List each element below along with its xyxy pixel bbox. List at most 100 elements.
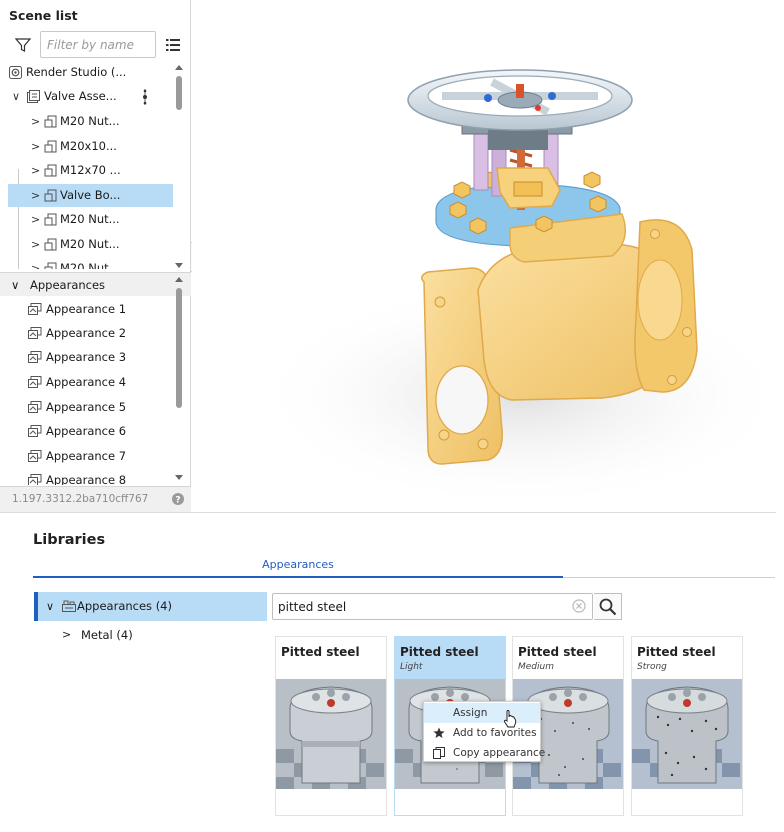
- chevron-down-icon[interactable]: ∨: [12, 85, 20, 108]
- scroll-up-icon[interactable]: [175, 64, 183, 72]
- card-title: Pitted steel: [281, 645, 360, 659]
- card-title: Pitted steel: [400, 645, 479, 659]
- tree-row-label: M20 Nut...: [60, 237, 120, 251]
- libraries-title: Libraries: [33, 532, 106, 548]
- tree-row-valve-body[interactable]: > Valve Bo...: [8, 184, 173, 207]
- svg-text:?: ?: [175, 496, 180, 506]
- card-header: Pitted steel Light: [395, 637, 505, 679]
- search-button[interactable]: [594, 593, 622, 620]
- appearance-item[interactable]: Appearance 4: [0, 370, 173, 394]
- appearances-section-label: Appearances: [30, 278, 106, 292]
- appearance-label: Appearance 8: [46, 473, 127, 485]
- tree-row-part[interactable]: > M20x10...: [0, 135, 173, 158]
- appearance-label: Appearance 2: [46, 326, 127, 340]
- part-icon: [44, 164, 57, 177]
- part-icon: [44, 262, 57, 269]
- list-view-icon[interactable]: [166, 38, 180, 52]
- appearance-label: Appearance 3: [46, 350, 127, 364]
- part-icon: [44, 115, 57, 128]
- tree-row-part[interactable]: > M20 Nut...: [0, 233, 173, 256]
- tree-row-part[interactable]: > M20 Nut...: [0, 110, 173, 133]
- appearance-item[interactable]: Appearance 5: [0, 395, 173, 419]
- scroll-thumb[interactable]: [176, 76, 182, 110]
- library-tree-appearances[interactable]: ∨ Appearances (4): [34, 592, 267, 621]
- card-header: Pitted steel: [276, 637, 386, 679]
- render-studio-icon: [9, 66, 22, 79]
- part-icon: [44, 213, 57, 226]
- tree-row-label: M20 Nut...: [60, 114, 120, 128]
- tree-row-render-studio[interactable]: Render Studio (...: [0, 61, 173, 84]
- part-icon: [44, 238, 57, 251]
- card-subtitle: Strong: [637, 662, 667, 672]
- chevron-right-icon[interactable]: >: [62, 624, 71, 646]
- search-icon: [599, 598, 617, 616]
- chevron-right-icon[interactable]: >: [31, 159, 40, 182]
- scene-tree-scrollbar[interactable]: [175, 64, 183, 270]
- library-search-input[interactable]: [272, 593, 593, 620]
- appearance-icon: [28, 401, 42, 413]
- menu-item-add-to-favorites[interactable]: Add to favorites: [424, 723, 540, 743]
- tree-row-label: M20x10...: [60, 139, 117, 153]
- material-thumbnail: [276, 679, 386, 789]
- appearance-icon: [28, 450, 42, 462]
- part-icon: [44, 140, 57, 153]
- tab-appearances[interactable]: Appearances: [33, 556, 563, 578]
- menu-item-copy-appearance[interactable]: Copy appearance: [424, 743, 545, 763]
- appearance-item[interactable]: Appearance 8: [0, 468, 173, 485]
- appearance-icon: [28, 376, 42, 388]
- tree-row-label: Render Studio (...: [26, 65, 127, 79]
- appearance-item[interactable]: Appearance 6: [0, 419, 173, 443]
- menu-item-label: Add to favorites: [453, 727, 537, 739]
- chevron-right-icon[interactable]: >: [31, 233, 40, 256]
- chevron-right-icon[interactable]: >: [31, 184, 40, 207]
- clear-search-icon[interactable]: [572, 599, 586, 613]
- appearance-item[interactable]: Appearance 2: [0, 321, 173, 345]
- appearance-label: Appearance 4: [46, 375, 127, 389]
- help-icon[interactable]: ?: [172, 493, 184, 505]
- chevron-right-icon[interactable]: >: [31, 257, 40, 269]
- panel-divider: [0, 512, 776, 513]
- scroll-up-icon[interactable]: [175, 276, 183, 284]
- tree-row-valve-assembly[interactable]: ∨ Valve Asse...: [0, 85, 173, 108]
- scene-tree: Render Studio (... ∨ Valve Asse... > M20…: [0, 61, 174, 269]
- appearance-label: Appearance 7: [46, 449, 127, 463]
- chevron-right-icon[interactable]: >: [31, 110, 40, 133]
- tab-rule: [563, 577, 775, 578]
- menu-item-assign[interactable]: Assign: [424, 703, 540, 723]
- chevron-right-icon[interactable]: >: [31, 135, 40, 158]
- part-icon: [44, 189, 57, 202]
- appearance-item[interactable]: Appearance 7: [0, 444, 173, 468]
- appearances-section-header[interactable]: ∨ Appearances: [0, 272, 191, 296]
- 3d-viewport[interactable]: [192, 0, 776, 512]
- appearance-item[interactable]: Appearance 1: [0, 297, 173, 321]
- valve-assembly-render: [252, 69, 776, 510]
- appearance-label: Appearance 1: [46, 302, 127, 316]
- appearances-scrollbar[interactable]: [175, 276, 183, 482]
- appearance-icon: [28, 327, 42, 339]
- tree-row-part[interactable]: > M20 Nut...: [0, 257, 173, 269]
- appearance-item[interactable]: Appearance 3: [0, 345, 173, 369]
- tab-active-indicator: [33, 576, 563, 578]
- chevron-down-icon[interactable]: ∨: [11, 273, 19, 297]
- scene-list-panel: Scene list Render Studio (... ∨ Valve: [0, 0, 191, 512]
- chevron-right-icon[interactable]: >: [31, 208, 40, 231]
- card-subtitle: Light: [400, 662, 423, 672]
- appearance-icon: [28, 303, 42, 315]
- tree-row-part[interactable]: > M20 Nut...: [0, 208, 173, 231]
- more-options-icon[interactable]: [142, 89, 148, 105]
- chevron-down-icon[interactable]: ∨: [46, 592, 54, 621]
- card-header: Pitted steel Strong: [632, 637, 742, 679]
- card-header: Pitted steel Medium: [513, 637, 623, 679]
- scroll-thumb[interactable]: [176, 288, 182, 408]
- tree-row-part[interactable]: > M12x70 ...: [0, 159, 173, 182]
- material-card[interactable]: Pitted steel: [275, 636, 387, 816]
- scroll-down-icon[interactable]: [175, 261, 183, 269]
- filter-icon[interactable]: [15, 37, 31, 53]
- filter-by-name-input[interactable]: [40, 31, 156, 58]
- card-title: Pitted steel: [518, 645, 597, 659]
- material-card[interactable]: Pitted steel Strong: [631, 636, 743, 816]
- library-icon: [62, 600, 76, 612]
- assembly-icon: [27, 90, 40, 103]
- scroll-down-icon[interactable]: [175, 473, 183, 481]
- version-label: 1.197.3312.2ba710cff767: [12, 493, 149, 505]
